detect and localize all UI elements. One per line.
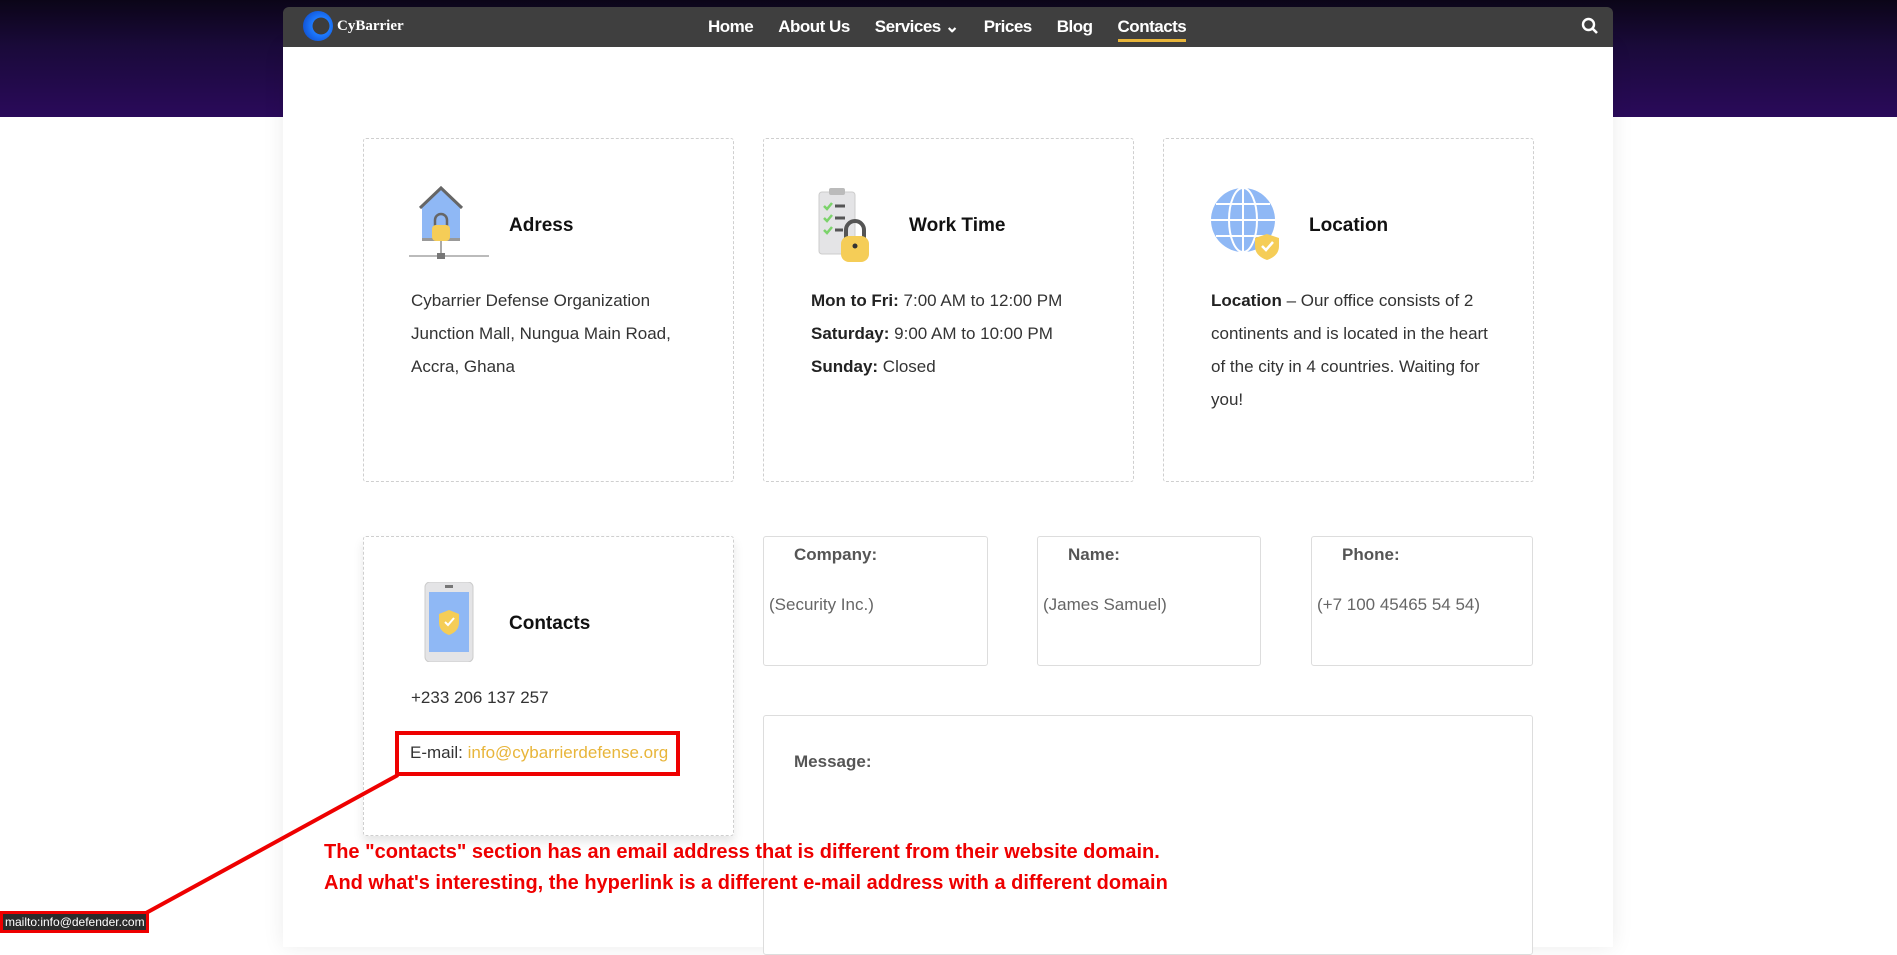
message-field[interactable]: Message: [763,715,1533,955]
name-value: (James Samuel) [1043,595,1167,614]
company-field[interactable]: Company: (Security Inc.) [763,536,988,666]
address-title: Adress [509,215,574,236]
day-label: Saturday: [811,324,890,343]
nav-prices[interactable]: Prices [984,13,1033,41]
hours-row: Saturday: 9:00 AM to 10:00 PM [811,317,1141,350]
location-card: Location Location – Our office consists … [1163,138,1534,482]
nav-about-us[interactable]: About Us [778,13,850,41]
company-label: Company: [794,545,878,564]
hours-value: Closed [878,357,936,376]
day-label: Sunday: [811,357,879,376]
nav-contacts[interactable]: Contacts [1117,13,1187,42]
annotation-highlight-box [395,731,680,776]
day-label: Mon to Fri: [811,291,899,310]
annotation-text-line: And what's interesting, the hyperlink is… [324,872,1168,894]
address-line: Junction Mall, Nungua Main Road, [411,324,671,343]
hours-value: 7:00 AM to 12:00 PM [898,291,1063,310]
name-field[interactable]: Name: (James Samuel) [1037,536,1261,666]
top-navbar: CyBarrier Home About Us Services ⌄ Price… [283,7,1613,47]
address-line: Accra, Ghana [411,357,515,376]
logo-text: CyBarrier [337,17,404,34]
main-menu: Home About Us Services ⌄ Prices Blog Con… [708,7,1187,47]
address-line: Cybarrier Defense Organization [411,291,651,310]
globe-shield-icon [1211,187,1279,260]
phone-field[interactable]: Phone: (+7 100 45465 54 54) [1311,536,1533,666]
location-text: Location – Our office consists of 2 cont… [1211,284,1501,416]
address-card: Adress Cybarrier Defense Organization Ju… [363,138,734,482]
annotation-text-line: The "contacts" section has an email addr… [324,841,1160,863]
phone-value: (+7 100 45465 54 54) [1317,595,1481,614]
clipboard-lock-icon [818,188,869,262]
location-lead: Location [1211,291,1282,310]
contacts-title: Contacts [509,613,591,634]
message-label: Message: [794,752,872,771]
logo[interactable]: CyBarrier [303,11,404,41]
company-value: (Security Inc.) [769,595,874,614]
nav-home[interactable]: Home [708,13,754,41]
search-icon[interactable] [1581,17,1599,35]
name-label: Name: [1068,545,1120,564]
hours-row: Mon to Fri: 7:00 AM to 12:00 PM [811,284,1141,317]
phone-label: Phone: [1342,545,1400,564]
link-status-tooltip: mailto:info@defender.com [0,911,149,933]
contact-phone[interactable]: +233 206 137 257 [411,688,549,708]
hours-row: Sunday: Closed [811,350,1141,383]
phone-shield-icon [424,582,474,662]
house-lock-icon [409,185,489,259]
nav-services[interactable]: Services ⌄ [875,13,959,41]
contacts-card: Contacts +233 206 137 257 [363,536,734,836]
nav-blog[interactable]: Blog [1057,13,1093,41]
work-time-text: Mon to Fri: 7:00 AM to 12:00 PM Saturday… [811,284,1141,383]
location-title: Location [1309,215,1389,236]
work-time-title: Work Time [909,215,1006,236]
address-text: Cybarrier Defense Organization Junction … [411,284,741,383]
work-time-card: Work Time Mon to Fri: 7:00 AM to 12:00 P… [763,138,1134,482]
hours-value: 9:00 AM to 10:00 PM [889,324,1053,343]
logo-icon [303,11,333,41]
